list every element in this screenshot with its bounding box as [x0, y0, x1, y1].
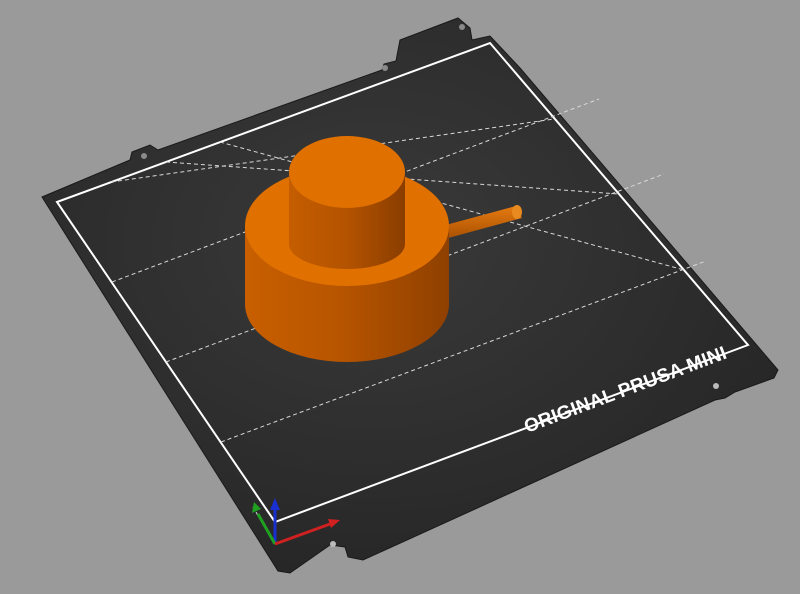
bed-hole [141, 153, 147, 159]
bed-hole [330, 541, 336, 547]
rod-end-cap [512, 205, 522, 219]
3d-viewport[interactable]: ORIGINAL PRUSA MINI [0, 0, 800, 594]
model-top-cylinder[interactable] [289, 136, 405, 269]
bed-hole [713, 383, 719, 389]
bed-hole [382, 65, 388, 71]
top-cylinder-top [289, 136, 405, 208]
scene-canvas[interactable]: ORIGINAL PRUSA MINI [0, 0, 800, 594]
bed-hole [459, 24, 465, 30]
